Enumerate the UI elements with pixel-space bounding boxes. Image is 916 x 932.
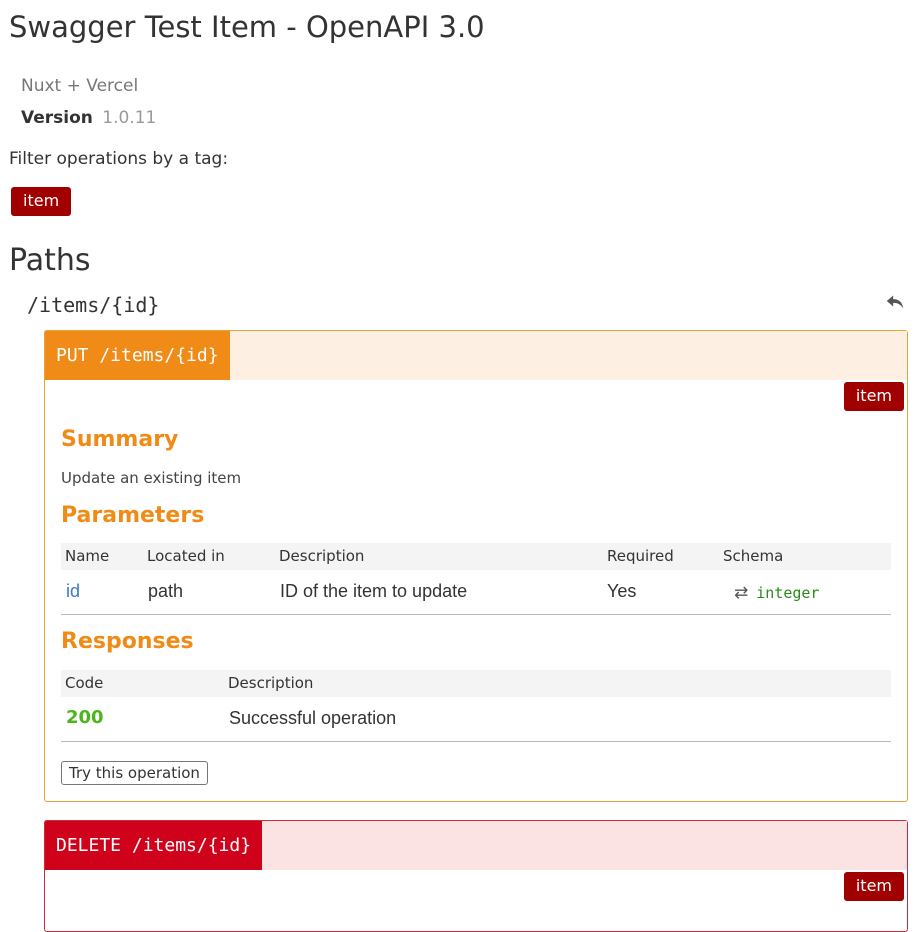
version-label: Version bbox=[21, 108, 93, 128]
operation-header[interactable]: DELETE /items/{id} bbox=[45, 821, 907, 870]
response-code: 200 bbox=[66, 707, 104, 728]
operation-tag[interactable]: item bbox=[843, 872, 904, 901]
reply-icon[interactable] bbox=[884, 290, 906, 312]
parameter-name[interactable]: id bbox=[66, 581, 80, 602]
swap-icon[interactable]: ⇄ bbox=[734, 583, 748, 603]
try-operation-button[interactable]: Try this operation bbox=[61, 761, 208, 785]
paths-heading: Paths bbox=[9, 243, 91, 278]
parameter-required: Yes bbox=[607, 581, 637, 601]
column-header: Required bbox=[607, 547, 674, 565]
parameter-schema: ⇄ integer bbox=[734, 583, 819, 603]
column-header: Located in bbox=[147, 547, 225, 565]
path-name: /items/{id} bbox=[27, 293, 160, 317]
parameter-schema-type: integer bbox=[756, 584, 820, 602]
parameter-location: path bbox=[148, 581, 184, 601]
response-description: Successful operation bbox=[229, 708, 397, 728]
page-title: Swagger Test Item - OpenAPI 3.0 bbox=[9, 10, 485, 44]
version-row: Version 1.0.11 bbox=[21, 108, 156, 128]
column-header: Schema bbox=[723, 547, 784, 565]
version-value: 1.0.11 bbox=[102, 108, 157, 128]
column-header: Description bbox=[228, 674, 314, 692]
summary-heading: Summary bbox=[61, 427, 179, 452]
operation-put: PUT /items/{id} item Summary Update an e… bbox=[44, 330, 908, 802]
responses-heading: Responses bbox=[61, 629, 194, 654]
parameter-description: ID of the item to update bbox=[280, 581, 468, 601]
table-header: Code Description bbox=[61, 670, 891, 697]
summary-text: Update an existing item bbox=[61, 469, 242, 487]
operation-delete: DELETE /items/{id} item bbox=[44, 820, 908, 932]
operation-method-path[interactable]: PUT /items/{id} bbox=[45, 331, 230, 380]
parameters-heading: Parameters bbox=[61, 503, 205, 528]
operation-header[interactable]: PUT /items/{id} bbox=[45, 331, 907, 380]
table-row: id path ID of the item to update Yes ⇄ in… bbox=[61, 570, 891, 615]
column-header: Name bbox=[65, 547, 110, 565]
operation-tag[interactable]: item bbox=[843, 382, 904, 411]
table-header: Name Located in Description Required Sch… bbox=[61, 543, 891, 570]
filter-tag-item[interactable]: item bbox=[11, 187, 72, 216]
operation-method-path[interactable]: DELETE /items/{id} bbox=[45, 821, 263, 870]
filter-label: Filter operations by a tag: bbox=[9, 149, 229, 169]
column-header: Code bbox=[65, 674, 104, 692]
column-header: Description bbox=[279, 547, 365, 565]
table-row: 200 Successful operation bbox=[61, 697, 891, 742]
api-subtitle: Nuxt + Vercel bbox=[21, 76, 139, 96]
